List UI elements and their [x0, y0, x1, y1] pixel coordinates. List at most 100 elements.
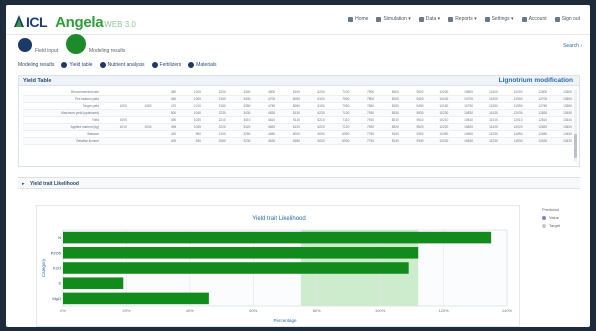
table-cell: 3230 — [226, 137, 252, 145]
table-cell: 6050 — [300, 130, 326, 138]
table-cell: 2210 — [201, 116, 227, 124]
table-row: Maximum yield (optimized) 500 1040 2230 3430… — [23, 109, 573, 118]
x-tick-label: 120% — [438, 308, 449, 313]
nav-item-label: Sign out — [561, 16, 580, 22]
table-cell: 8310 — [375, 116, 400, 124]
nav-item-1[interactable]: Simulation ▾ — [376, 16, 411, 22]
row-label: Relative income — [23, 137, 103, 145]
row-label: Balance — [23, 130, 103, 138]
table-row: Relative income 400 940 2080 3230 4630 4980 603… — [23, 137, 573, 145]
table-row: Yield 1000 490 1030 2210 3410 4810 5110 6210 7110… — [23, 116, 573, 124]
step-field-input-label: Field input — [35, 48, 59, 54]
table-cell: 11830 — [498, 137, 524, 145]
bar-s[interactable] — [63, 277, 124, 289]
nav-item-label: Reports ▾ — [455, 16, 477, 22]
table-cell: 9500 — [399, 89, 425, 97]
bar-k2o[interactable] — [63, 262, 409, 274]
bar-p2o5[interactable] — [63, 247, 419, 259]
bar-n[interactable] — [63, 231, 492, 244]
table-cell — [103, 89, 128, 97]
table-cell: 11420 — [474, 123, 499, 131]
x-tick-label: 0% — [60, 308, 66, 313]
panel-title: Yield Table — [23, 78, 52, 84]
subtab-0[interactable]: Modeling results — [18, 62, 54, 68]
table-cell: 7800 — [350, 95, 376, 104]
table-cell: 12020 — [498, 123, 524, 131]
subtab-4[interactable]: Materials — [188, 62, 217, 68]
legend-item-0[interactable]: Value — [542, 215, 560, 220]
table-cell: 940 — [177, 137, 202, 145]
table-cell: 8300 — [375, 89, 400, 97]
table-cell: 6950 — [325, 130, 351, 138]
table-cell: 6100 — [300, 95, 326, 104]
nav-item-2[interactable]: Data ▾ — [418, 16, 440, 22]
table-cell: 13550 — [548, 102, 573, 111]
table-cell: 13430 — [548, 137, 573, 145]
table-cell: 9520 — [399, 123, 425, 131]
y-axis-label: Category — [41, 258, 46, 277]
subtab-2[interactable]: Nutrient analysis — [99, 62, 145, 68]
legend-item-1[interactable]: Target — [542, 223, 560, 228]
search-link[interactable]: Search › — [563, 43, 582, 49]
row-label: Pre-season yield — [23, 95, 103, 104]
bar-mgo[interactable] — [63, 292, 209, 305]
logo[interactable]: ICL Angela WEB 3.0 — [14, 14, 136, 31]
table-cell: 4750 — [251, 102, 277, 111]
table-cell: 6230 — [300, 109, 326, 118]
table-cell: 13630 — [548, 109, 573, 118]
table-cell: 10230 — [424, 109, 450, 118]
collapsed-section[interactable]: ▸ Yield trait Likelihood — [18, 177, 580, 189]
nav-item-0[interactable]: Home — [348, 16, 368, 22]
step-field-input[interactable] — [18, 38, 32, 52]
table-cell — [103, 137, 128, 145]
table-cell: 10030 — [424, 137, 450, 145]
icl-triangle-icon — [14, 15, 24, 27]
table-cell: 11410 — [474, 116, 499, 124]
y-tick-label: S — [58, 281, 61, 286]
table-cell: 7110 — [325, 116, 351, 124]
nav-item-3[interactable]: Reports ▾ — [448, 16, 477, 22]
logout-icon — [554, 16, 560, 22]
table-cell: 7100 — [325, 89, 351, 97]
bar-chart: Yield trait Likelihood 0% 20% 40% 60% 80% 100%… — [41, 216, 513, 323]
table-cell: 10050 — [424, 130, 450, 138]
table-cell: 5110 — [276, 116, 301, 124]
subtab-1[interactable]: Yield table — [61, 62, 93, 68]
nav-item-5[interactable]: Account — [521, 16, 547, 22]
chart-title: Yield trait Likelihood — [252, 216, 305, 222]
row-label: Target yield — [23, 102, 103, 111]
table-cell: 10630 — [449, 137, 475, 145]
table-row: Balance 420 960 2100 3250 4650 5000 6050 6950 775… — [23, 130, 573, 138]
table-scrollbar-thumb[interactable] — [574, 134, 577, 158]
step-modeling-results[interactable] — [66, 34, 86, 54]
table-cell: 7730 — [350, 137, 376, 145]
table-cell: 4980 — [276, 137, 301, 145]
table-cell: 9330 — [399, 137, 425, 145]
subtab-label: Materials — [196, 62, 217, 68]
table-cell: 420 — [152, 130, 178, 138]
yield-table: Recommended rate 480 1020 2200 3400 4800 5100 6… — [23, 89, 573, 145]
table-cell: 4700 — [251, 95, 277, 104]
table-cell: 1000 — [103, 116, 128, 124]
legend-label: Value — [549, 215, 559, 220]
table-cell — [103, 95, 128, 104]
nav-item-label: Simulation ▾ — [383, 16, 411, 22]
row-label: Recommended rate — [23, 89, 103, 97]
table-cell: 3350 — [226, 102, 252, 111]
subtab-3[interactable]: Fertilizers — [151, 62, 181, 68]
table-cell: 1035 — [177, 123, 202, 131]
table-cell: 8200 — [375, 95, 400, 104]
table-cell: 13620 — [548, 123, 573, 131]
table-cell: 10200 — [424, 89, 450, 97]
nav-item-4[interactable]: Settings ▾ — [484, 16, 514, 22]
table-cell: 11850 — [498, 130, 524, 138]
row-label: Yield — [23, 116, 103, 124]
table-cell: 13500 — [548, 95, 573, 104]
table-cell: 10210 — [424, 116, 450, 124]
legend-swatch — [542, 223, 546, 228]
table-cell: 400 — [152, 137, 178, 145]
table-cell: 2220 — [201, 123, 227, 131]
nav-item-label: Settings ▾ — [491, 16, 514, 22]
app-version: WEB 3.0 — [104, 20, 136, 29]
nav-item-6[interactable]: Sign out — [554, 16, 580, 22]
